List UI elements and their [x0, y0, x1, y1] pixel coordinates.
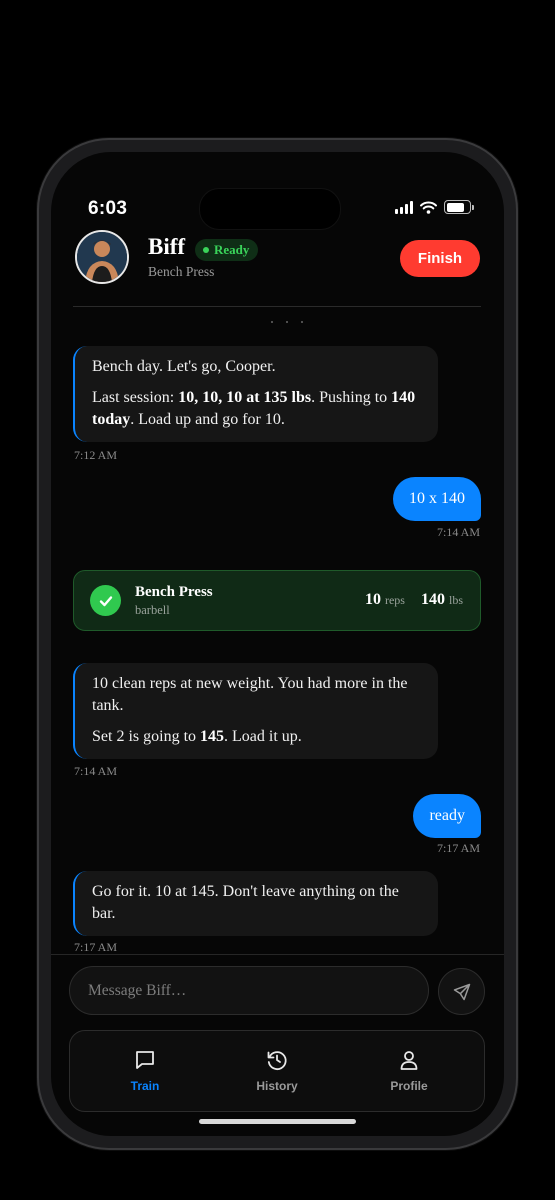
tab-label: History	[256, 1079, 298, 1093]
tab-label: Train	[130, 1079, 160, 1093]
message-input[interactable]	[69, 966, 429, 1015]
status-badge: Ready	[195, 239, 259, 261]
wifi-icon	[420, 201, 437, 214]
message-paragraph: Set 2 is going to 145. Load it up.	[92, 726, 422, 748]
user-message: ready	[413, 794, 481, 838]
tab-bar: Train History Profile	[69, 1030, 485, 1112]
message-text: . Load up and go for 10.	[130, 411, 285, 428]
logged-reps: 10	[364, 591, 381, 608]
cellular-signal-icon	[395, 200, 413, 214]
coach-message: 10 clean reps at new weight. You had mor…	[73, 663, 438, 759]
message-paragraph: 10 clean reps at new weight. You had mor…	[92, 673, 422, 717]
message-timestamp: 7:12 AM	[74, 448, 118, 462]
reps-unit: reps	[384, 593, 405, 607]
composer-divider	[51, 954, 504, 955]
message-text: Go for it. 10 at 145. Don't leave anythi…	[92, 883, 399, 922]
logged-set-stats: 10 reps 140 lbs	[365, 591, 463, 609]
home-indicator	[199, 1119, 356, 1124]
phone-screen: 6:03 Biff Ready Bench Press Finish Bench…	[51, 152, 504, 1136]
coach-avatar[interactable]	[75, 230, 129, 284]
message-paragraph: Last session: 10, 10, 10 at 135 lbs. Pus…	[92, 387, 422, 431]
message-timestamp: 7:17 AM	[436, 841, 480, 855]
message-paragraph: Go for it. 10 at 145. Don't leave anythi…	[92, 881, 422, 925]
coach-message: Go for it. 10 at 145. Don't leave anythi…	[73, 871, 438, 936]
message-text: Last session:	[92, 389, 179, 406]
chat-bubble-icon	[136, 1051, 154, 1069]
chat-header: Biff Ready Bench Press Finish	[51, 230, 504, 306]
person-icon	[400, 1051, 418, 1070]
message-timestamp: 7:17 AM	[74, 940, 118, 954]
message-text: 10 clean reps at new weight. You had mor…	[92, 675, 408, 714]
battery-level	[446, 202, 465, 212]
message-emphasis: 145	[200, 728, 225, 745]
battery-icon	[444, 200, 474, 214]
weight-unit: lbs	[448, 593, 463, 607]
send-button[interactable]	[438, 968, 485, 1015]
message-emphasis: 10, 10, 10 at 135 lbs	[178, 389, 312, 406]
message-text: . Load it up.	[224, 728, 302, 745]
header-divider	[73, 306, 481, 307]
current-exercise-subtitle: Bench Press	[148, 264, 215, 279]
finish-button[interactable]: Finish	[400, 240, 480, 277]
tab-label: Profile	[390, 1079, 428, 1093]
tab-train[interactable]: Train	[100, 1047, 190, 1093]
status-dot-icon	[203, 247, 209, 253]
message-timestamp: 7:14 AM	[436, 525, 480, 539]
status-badge-label: Ready	[214, 242, 250, 257]
message-text: Set 2 is going to	[92, 728, 201, 745]
message-text: Bench day. Let's go, Cooper.	[92, 358, 276, 375]
typing-indicator	[271, 321, 303, 323]
history-clock-icon	[267, 1051, 287, 1071]
dynamic-island	[199, 188, 341, 230]
logged-weight: 140	[420, 591, 445, 608]
coach-avatar-image	[77, 232, 127, 282]
logged-set-card: Bench Press barbell 10 reps 140 lbs	[73, 570, 481, 631]
status-icons	[395, 200, 474, 214]
user-message: 10 x 140	[393, 477, 481, 521]
send-icon	[453, 983, 470, 1000]
coach-name: Biff	[148, 234, 186, 259]
logged-equipment: barbell	[135, 603, 170, 617]
message-text: . Pushing to	[311, 389, 392, 406]
message-timestamp: 7:14 AM	[74, 764, 118, 778]
status-time: 6:03	[88, 198, 128, 219]
tab-profile[interactable]: Profile	[364, 1047, 454, 1093]
check-icon	[90, 585, 121, 616]
tab-history[interactable]: History	[232, 1047, 322, 1093]
logged-exercise-name: Bench Press	[135, 584, 213, 600]
coach-message: Bench day. Let's go, Cooper. Last session…	[73, 346, 438, 442]
message-paragraph: Bench day. Let's go, Cooper.	[92, 356, 422, 378]
